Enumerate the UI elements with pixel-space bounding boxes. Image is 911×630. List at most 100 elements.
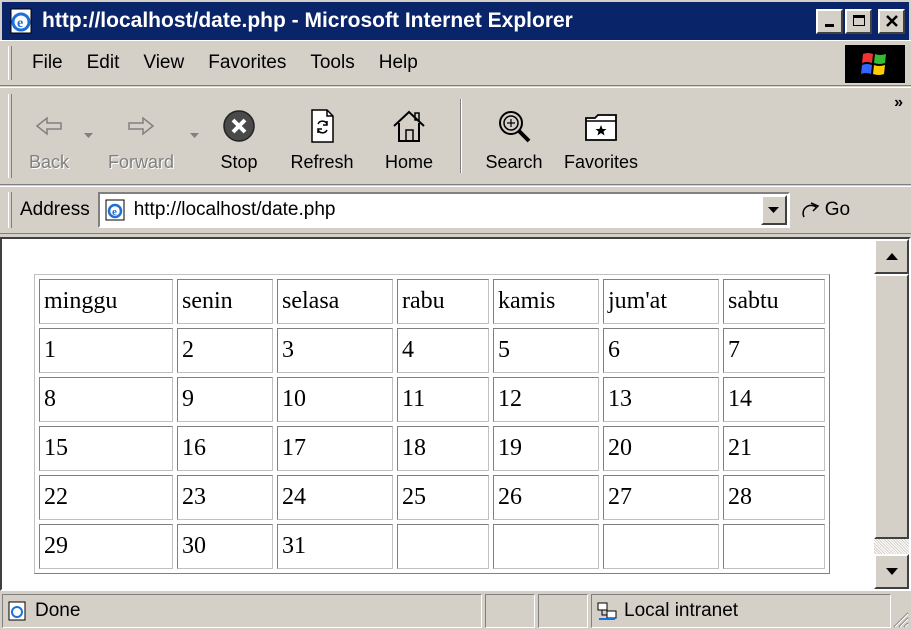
calendar-day-cell: 3 [277,328,393,373]
calendar-day-cell: 12 [493,377,599,422]
ie-page-icon: e [105,199,125,221]
calendar-day-cell [603,524,719,569]
calendar-day-cell: 4 [397,328,489,373]
calendar-header-cell: minggu [39,279,173,324]
close-button[interactable] [878,8,905,34]
minimize-button[interactable] [816,8,843,34]
chevron-down-icon [885,568,898,575]
calendar-day-cell: 26 [493,475,599,520]
calendar-day-cell [493,524,599,569]
status-zone-panel: Local intranet [591,594,891,628]
stop-label: Stop [220,152,258,172]
calendar-day-cell: 2 [177,328,273,373]
calendar-day-cell [723,524,825,569]
calendar-week-row: 29 30 31 [39,524,825,569]
calendar-header-cell: selasa [277,279,393,324]
menu-bar: File Edit View Favorites Tools Help [0,40,911,86]
close-icon [885,15,898,27]
calendar-header-cell: jum'at [603,279,719,324]
ie-page-icon: e [10,8,32,34]
home-button[interactable]: Home [370,93,448,179]
calendar-day-cell: 15 [39,426,173,471]
maximize-icon [852,15,865,26]
back-arrow-icon [35,116,62,136]
address-url: http://localhost/date.php [133,199,336,220]
back-dropdown[interactable] [78,93,98,179]
go-button[interactable]: Go [800,199,850,221]
back-label: Back [28,152,70,172]
resize-grip-icon[interactable] [889,608,909,628]
calendar-header-cell: kamis [493,279,599,324]
calendar-day-cell: 1 [39,328,173,373]
calendar-header-row: minggu senin selasa rabu kamis jum'at sabtu [39,279,825,324]
favorites-icon [585,114,617,141]
status-zone: Local intranet [624,600,739,621]
menu-tools[interactable]: Tools [298,52,366,74]
maximize-button[interactable] [845,8,872,34]
forward-dropdown[interactable] [184,93,204,179]
favorites-label: Favorites [563,152,639,172]
calendar-week-row: 15 16 17 18 19 20 21 [39,426,825,471]
home-label: Home [384,152,433,172]
menu-favorites[interactable]: Favorites [196,52,298,74]
menu-help[interactable]: Help [367,52,430,74]
calendar-day-cell: 24 [277,475,393,520]
refresh-icon [311,109,334,143]
chevron-down-icon [768,206,780,213]
calendar-week-row: 1234567 [39,328,825,373]
calendar-day-cell: 29 [39,524,173,569]
minimize-icon [824,24,834,27]
address-input[interactable]: e http://localhost/date.php [97,192,790,228]
calendar-day-cell: 25 [397,475,489,520]
calendar-day-cell: 28 [723,475,825,520]
search-icon [499,111,531,143]
calendar-day-cell: 16 [177,426,273,471]
search-label: Search [485,152,543,172]
address-bar: Address e http://localhost/date.php Go [0,186,911,234]
calendar-week-row: 22 23 24 25 26 27 28 [39,475,825,520]
toolbar-more-chevron[interactable]: » [894,94,903,112]
chevron-down-icon [189,133,199,138]
calendar-day-cell: 18 [397,426,489,471]
stop-button[interactable]: Stop [204,93,274,179]
address-dropdown-button[interactable] [760,195,787,225]
address-grip[interactable] [8,192,12,228]
back-button[interactable]: Back [20,93,78,179]
scroll-thumb[interactable] [874,274,909,539]
toolbar-grip[interactable] [8,94,12,178]
window-title: http://localhost/date.php - Microsoft In… [42,9,573,32]
calendar-day-cell: 19 [493,426,599,471]
forward-arrow-icon [128,116,155,136]
calendar-day-cell: 14 [723,377,825,422]
status-text: Done [35,600,81,621]
calendar-day-cell: 6 [603,328,719,373]
calendar-day-cell: 13 [603,377,719,422]
calendar-day-cell: 7 [723,328,825,373]
status-bar: Done Local intranet [0,592,911,630]
svg-text:e: e [17,16,23,31]
menu-edit[interactable]: Edit [75,52,132,74]
favorites-button[interactable]: Favorites [554,93,648,179]
calendar-day-cell: 20 [603,426,719,471]
title-bar[interactable]: e http://localhost/date.php - Microsoft … [0,0,911,40]
calendar-day-cell: 5 [493,328,599,373]
go-arrow-icon [802,202,820,218]
menu-view[interactable]: View [131,52,196,74]
address-label: Address [20,199,90,220]
calendar-header-cell: senin [177,279,273,324]
toolbar-separator [460,99,462,173]
calendar-day-cell: 17 [277,426,393,471]
forward-button[interactable]: Forward [98,93,184,179]
refresh-button[interactable]: Refresh [274,93,370,179]
menu-file[interactable]: File [20,52,75,74]
menu-grip[interactable] [8,46,12,80]
calendar-day-cell: 23 [177,475,273,520]
search-button[interactable]: Search [474,93,554,179]
vertical-scrollbar[interactable] [874,239,909,589]
home-icon [393,110,425,142]
calendar-day-cell: 11 [397,377,489,422]
scroll-down-button[interactable] [874,554,909,589]
calendar-day-cell: 9 [177,377,273,422]
scroll-up-button[interactable] [874,239,909,274]
calendar-header-cell: rabu [397,279,489,324]
